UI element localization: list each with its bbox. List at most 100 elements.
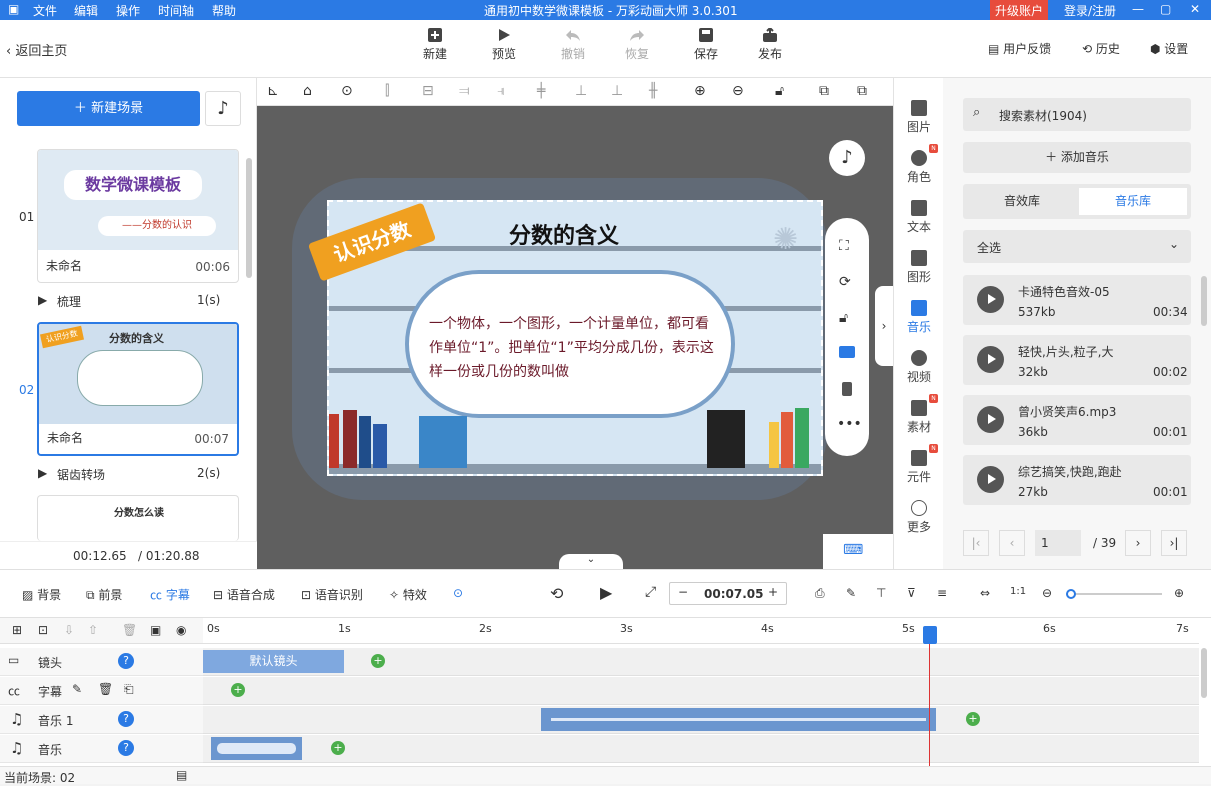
category-video[interactable]: 视频 xyxy=(894,350,944,385)
lane-music-1[interactable]: + xyxy=(203,706,1199,734)
zoom-handle[interactable] xyxy=(1066,589,1076,599)
preview-button[interactable]: 预览 xyxy=(479,28,529,62)
folder-icon[interactable]: ⊡ xyxy=(38,623,48,637)
music-item[interactable]: 卡通特色音效-05 537kb 00:34 xyxy=(963,275,1191,325)
music-item[interactable]: 综艺搞笑,快跑,跑赴 27kb 00:01 xyxy=(963,455,1191,505)
playhead-handle[interactable] xyxy=(923,626,937,644)
align-top-icon[interactable]: ⫣ xyxy=(497,83,505,99)
zoom-slider[interactable] xyxy=(1066,589,1162,599)
tts-button[interactable]: ⊟ 语音合成 xyxy=(213,586,275,603)
align-edge-icon[interactable]: ⊥ xyxy=(611,83,623,99)
login-link[interactable]: 登录/注册 xyxy=(1064,2,1116,19)
replay-icon[interactable]: ⟲ xyxy=(550,584,563,603)
play-icon[interactable]: ▶ xyxy=(600,583,612,602)
track-music[interactable]: ♫ 音乐? xyxy=(0,735,203,763)
menu-timeline[interactable]: 时间轴 xyxy=(158,2,194,19)
time-stepper[interactable]: − 00:07.05 + xyxy=(669,582,787,605)
category-text[interactable]: 文本 xyxy=(894,200,944,235)
camera-clip[interactable]: 默认镜头 xyxy=(203,650,344,673)
first-page-icon[interactable]: |‹ xyxy=(963,530,989,556)
search-input[interactable]: ⌕ 搜索素材(1904) xyxy=(963,98,1191,131)
delete-icon[interactable]: 🗑︎ xyxy=(98,682,113,696)
scene-thumb-03[interactable]: 分数怎么读 xyxy=(37,495,239,541)
save-button[interactable]: 保存 xyxy=(681,28,731,62)
close-icon[interactable]: ✕ xyxy=(1190,2,1200,16)
align-right-icon[interactable]: ⫤ xyxy=(459,83,470,99)
prev-page-icon[interactable]: ‹ xyxy=(999,530,1025,556)
align-bottom-icon[interactable]: ⊥ xyxy=(575,83,587,99)
page-input[interactable]: 1 xyxy=(1035,530,1081,556)
feedback-button[interactable]: ▤ 用户反馈 xyxy=(988,40,1051,57)
audio-clip[interactable] xyxy=(211,737,302,760)
category-music[interactable]: 音乐 xyxy=(894,300,944,335)
arrow-down-icon[interactable]: ⇩ xyxy=(64,623,74,637)
add-icon[interactable]: + xyxy=(331,741,345,755)
transition-name[interactable]: 梳理 xyxy=(57,293,81,310)
asr-button[interactable]: ⊡ 语音识别 xyxy=(301,586,363,603)
category-component[interactable]: N 元件 xyxy=(894,444,944,485)
category-more[interactable]: 更多 xyxy=(894,500,944,535)
new-scene-button[interactable]: ＋ 新建场景 xyxy=(17,91,200,126)
ruler-icon[interactable]: ⊾ xyxy=(267,83,279,99)
lane-music[interactable]: + xyxy=(203,735,1199,763)
more-icon[interactable]: ⊙ xyxy=(453,586,463,600)
redo-button[interactable]: 恢复 xyxy=(612,28,662,62)
tracks-scrollbar[interactable] xyxy=(1201,648,1207,698)
minimize-icon[interactable]: — xyxy=(1132,2,1144,16)
paste-icon[interactable]: ⧉ xyxy=(857,83,867,99)
category-material[interactable]: N 素材 xyxy=(894,394,944,435)
time-value[interactable]: 00:07.05 xyxy=(704,587,763,601)
category-image[interactable]: 图片 xyxy=(894,100,944,135)
lock-icon[interactable]: 🔓︎ xyxy=(839,310,848,326)
music-note-icon[interactable]: ♪ xyxy=(829,140,865,176)
fullscreen-icon[interactable]: ⤢ xyxy=(645,584,656,600)
library-scrollbar[interactable] xyxy=(1201,276,1207,326)
transition-play-icon[interactable]: ▶ xyxy=(38,293,47,307)
fit-width-icon[interactable]: ⇔ xyxy=(980,586,990,600)
category-shape[interactable]: 图形 xyxy=(894,250,944,285)
effects-button[interactable]: ✧ 特效 xyxy=(389,586,427,603)
copy-icon[interactable]: ⧉ xyxy=(819,83,829,99)
play-icon[interactable] xyxy=(977,346,1004,373)
home-icon[interactable]: ⌂ xyxy=(303,83,312,99)
publish-button[interactable]: 发布 xyxy=(745,28,795,62)
align-center-icon[interactable]: ⊟ xyxy=(422,83,434,99)
filter-icon[interactable]: ⊽ xyxy=(907,586,916,600)
zoom-out-icon[interactable]: ⊖ xyxy=(1042,586,1052,600)
ratio-icon[interactable]: 1:1 xyxy=(1010,586,1026,597)
tab-sfx[interactable]: 音效库 xyxy=(967,188,1077,215)
last-page-icon[interactable]: ›| xyxy=(1161,530,1187,556)
folder-add-icon[interactable]: ⊞ xyxy=(12,623,22,637)
zoom-out-icon[interactable]: ⊖ xyxy=(732,83,744,99)
distribute-icon[interactable]: ╫ xyxy=(649,83,657,99)
help-icon[interactable]: ? xyxy=(118,653,134,669)
keyboard-icon[interactable]: ⌨ xyxy=(823,534,893,569)
menu-edit[interactable]: 编辑 xyxy=(74,2,98,19)
mobile-icon[interactable] xyxy=(842,382,852,396)
time-ruler[interactable]: 0s 1s 2s 3s 4s 5s 6s 7s xyxy=(203,618,1199,644)
chevron-down-icon[interactable]: ⌄ xyxy=(559,554,623,569)
music-item[interactable]: 轻快,片头,粒子,大 32kb 00:02 xyxy=(963,335,1191,385)
lane-subtitle[interactable]: + xyxy=(203,677,1199,705)
add-music-button[interactable]: ＋ 添加音乐 xyxy=(963,142,1191,173)
split-icon[interactable]: ⊤ xyxy=(876,586,886,600)
lock-icon[interactable]: 🔓︎ xyxy=(775,83,784,99)
history-button[interactable]: ⟲ 历史 xyxy=(1082,40,1120,57)
menu-operate[interactable]: 操作 xyxy=(116,2,140,19)
align-left-icon[interactable]: ⫿ xyxy=(385,83,389,99)
add-icon[interactable]: + xyxy=(371,654,385,668)
fit-screen-icon[interactable]: ⛶ xyxy=(839,238,849,254)
camera-icon[interactable]: ⎙ xyxy=(815,586,825,601)
add-icon[interactable]: + xyxy=(966,712,980,726)
subtitle-button[interactable]: ㏄ 字幕 xyxy=(150,586,190,603)
category-role[interactable]: N 角色 xyxy=(894,144,944,185)
edit-icon[interactable]: ✎ xyxy=(72,682,82,696)
more-icon[interactable]: ⊙ xyxy=(341,83,353,99)
filter-select[interactable]: 全选 ⌄ xyxy=(963,230,1191,263)
arrow-up-icon[interactable]: ⇧ xyxy=(88,623,98,637)
chevron-right-icon[interactable]: › xyxy=(875,286,893,366)
undo-button[interactable]: 撤销 xyxy=(548,28,598,62)
transition-play-icon[interactable]: ▶ xyxy=(38,466,47,480)
menu-help[interactable]: 帮助 xyxy=(212,2,236,19)
maximize-icon[interactable]: ▢ xyxy=(1160,2,1171,16)
